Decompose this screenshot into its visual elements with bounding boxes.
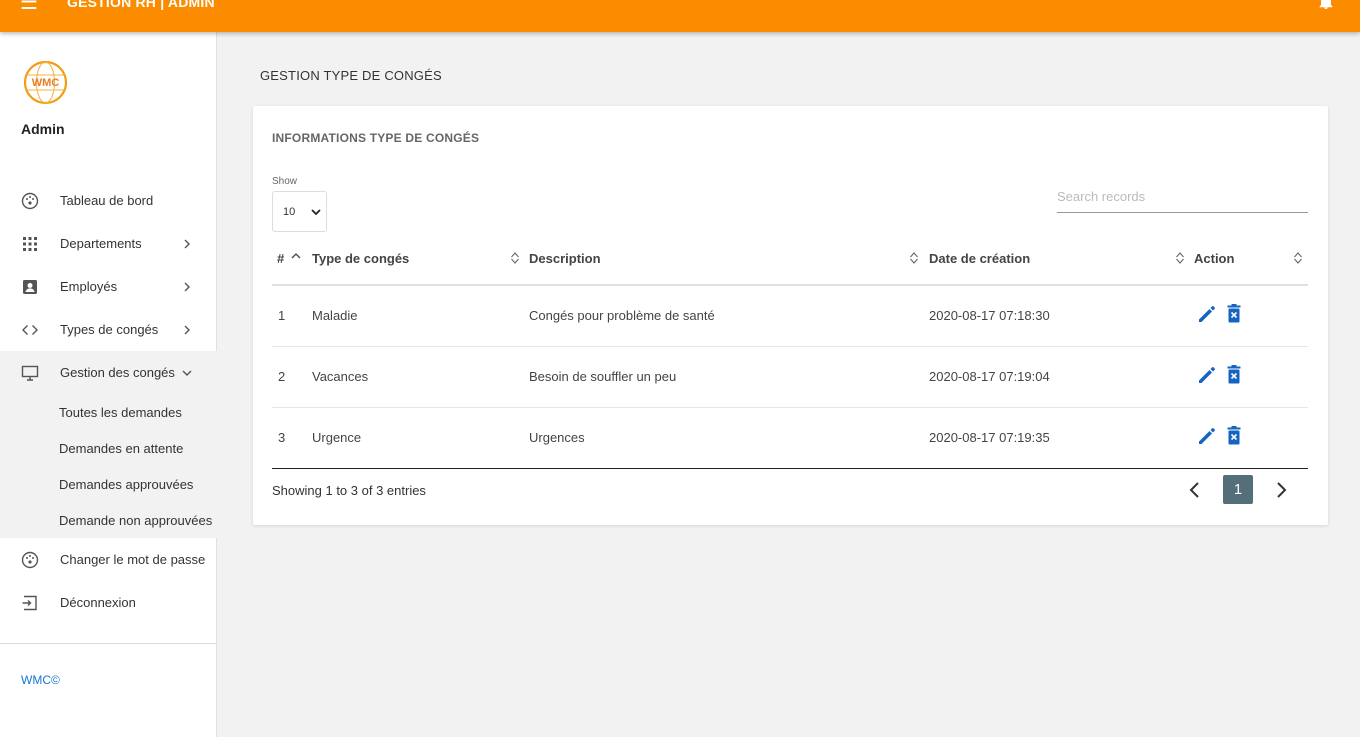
cell-number: 3 xyxy=(278,430,286,445)
code-icon xyxy=(22,324,38,335)
page-title: GESTION TYPE DE CONGÉS xyxy=(260,68,442,83)
chevron-right-icon xyxy=(184,325,190,334)
sidebar-subitem-demandes-attente[interactable]: Demandes en attente xyxy=(59,441,183,456)
sidebar-item-changer-mot-de-passe[interactable]: Changer le mot de passe xyxy=(0,538,217,581)
entries-per-page-value: 10 xyxy=(283,206,296,218)
sidebar-item-gestion-conges[interactable]: Gestion des congés xyxy=(0,351,217,394)
cell-description: Congés pour problème de santé xyxy=(529,308,715,323)
cell-number: 2 xyxy=(278,369,286,384)
sidebar-item-label: Déconnexion xyxy=(60,595,136,610)
sort-icon[interactable] xyxy=(1293,251,1303,265)
sidebar-subitem-toutes-demandes[interactable]: Toutes les demandes xyxy=(59,405,182,420)
dashboard-icon xyxy=(21,551,39,568)
column-header-description[interactable]: Description xyxy=(529,251,601,266)
cell-description: Besoin de souffler un peu xyxy=(529,369,677,384)
sort-ascending-icon[interactable] xyxy=(291,251,301,265)
cell-number: 1 xyxy=(278,308,286,323)
cell-type: Urgence xyxy=(312,430,362,445)
sidebar-item-label: Gestion des congés xyxy=(60,365,175,380)
contact-icon xyxy=(23,279,37,294)
sidebar-item-departements[interactable]: Departements xyxy=(0,222,217,265)
cell-date: 2020-08-17 07:19:04 xyxy=(929,369,1050,384)
monitor-icon xyxy=(21,365,39,381)
cell-description: Urgences xyxy=(529,430,585,445)
entries-per-page-select[interactable]: 10 xyxy=(272,191,327,232)
chevron-down-icon xyxy=(311,209,321,216)
sort-icon[interactable] xyxy=(510,251,520,265)
sidebar-subitem-demandes-approuvees[interactable]: Demandes approuvées xyxy=(59,477,193,492)
column-header-date-creation[interactable]: Date de création xyxy=(929,251,1030,266)
entries-summary: Showing 1 to 3 of 3 entries xyxy=(272,483,426,498)
top-app-bar: ☰ GESTION RH | ADMIN xyxy=(0,0,1360,32)
cell-date: 2020-08-17 07:18:30 xyxy=(929,308,1050,323)
sidebar-item-label: Changer le mot de passe xyxy=(60,552,206,567)
sidebar-group-gestion-conges: Gestion des congés Toutes les demandes D… xyxy=(0,351,217,538)
delete-trash-icon[interactable] xyxy=(1227,365,1241,384)
sidebar-subitem-demandes-non-approuvees[interactable]: Demande non approuvées xyxy=(59,513,212,528)
chevron-right-icon[interactable] xyxy=(1271,480,1291,500)
delete-trash-icon[interactable] xyxy=(1227,304,1241,323)
column-header-action[interactable]: Action xyxy=(1194,251,1234,266)
table-row: 2 Vacances Besoin de souffler un peu 202… xyxy=(272,347,1308,408)
show-label: Show xyxy=(272,176,298,187)
grid-icon xyxy=(23,236,37,251)
column-header-number[interactable]: # xyxy=(277,251,284,266)
sidebar-item-employes[interactable]: Employés xyxy=(0,265,217,308)
sidebar-item-deconnexion[interactable]: Déconnexion xyxy=(0,581,217,624)
chevron-right-icon xyxy=(184,282,190,291)
sort-icon[interactable] xyxy=(909,251,919,265)
table-row: 3 Urgence Urgences 2020-08-17 07:19:35 xyxy=(272,408,1308,469)
cell-date: 2020-08-17 07:19:35 xyxy=(929,430,1050,445)
sidebar-item-label: Tableau de bord xyxy=(60,193,154,208)
dashboard-icon xyxy=(21,192,39,209)
table-bottom-divider xyxy=(272,468,1308,469)
cell-type: Vacances xyxy=(312,369,369,384)
chevron-left-icon[interactable] xyxy=(1185,480,1205,500)
cell-type: Maladie xyxy=(312,308,358,323)
app-title: GESTION RH | ADMIN xyxy=(67,0,215,10)
logo-text: WMC xyxy=(32,77,60,89)
edit-pencil-icon[interactable] xyxy=(1197,304,1217,324)
sidebar-divider xyxy=(0,643,217,644)
sidebar: WMC Admin Tableau de bord Departements E… xyxy=(0,32,217,737)
column-header-type[interactable]: Type de congés xyxy=(312,251,409,266)
sidebar-item-label: Types de congés xyxy=(60,322,159,337)
logout-icon xyxy=(22,595,37,610)
table-row: 1 Maladie Congés pour problème de santé … xyxy=(272,286,1308,347)
sort-icon[interactable] xyxy=(1175,251,1185,265)
edit-pencil-icon[interactable] xyxy=(1197,365,1217,385)
leave-types-card: INFORMATIONS TYPE DE CONGÉS Show 10 # Ty… xyxy=(253,106,1328,525)
user-name: Admin xyxy=(21,121,65,137)
chevron-down-icon xyxy=(182,370,192,376)
sidebar-item-types-conges[interactable]: Types de congés xyxy=(0,308,217,351)
chevron-right-icon xyxy=(184,239,190,248)
menu-icon[interactable]: ☰ xyxy=(20,0,38,13)
footer-brand[interactable]: WMC© xyxy=(21,673,60,687)
sidebar-item-label: Departements xyxy=(60,236,142,251)
edit-pencil-icon[interactable] xyxy=(1197,426,1217,446)
delete-trash-icon[interactable] xyxy=(1227,426,1241,445)
sidebar-item-dashboard[interactable]: Tableau de bord xyxy=(0,179,217,222)
wmc-logo: WMC xyxy=(23,60,68,105)
pagination-page-current[interactable]: 1 xyxy=(1223,475,1253,504)
card-title: INFORMATIONS TYPE DE CONGÉS xyxy=(272,131,480,145)
bell-icon[interactable] xyxy=(1318,0,1334,10)
search-input[interactable] xyxy=(1057,180,1308,213)
sidebar-item-label: Employés xyxy=(60,279,118,294)
